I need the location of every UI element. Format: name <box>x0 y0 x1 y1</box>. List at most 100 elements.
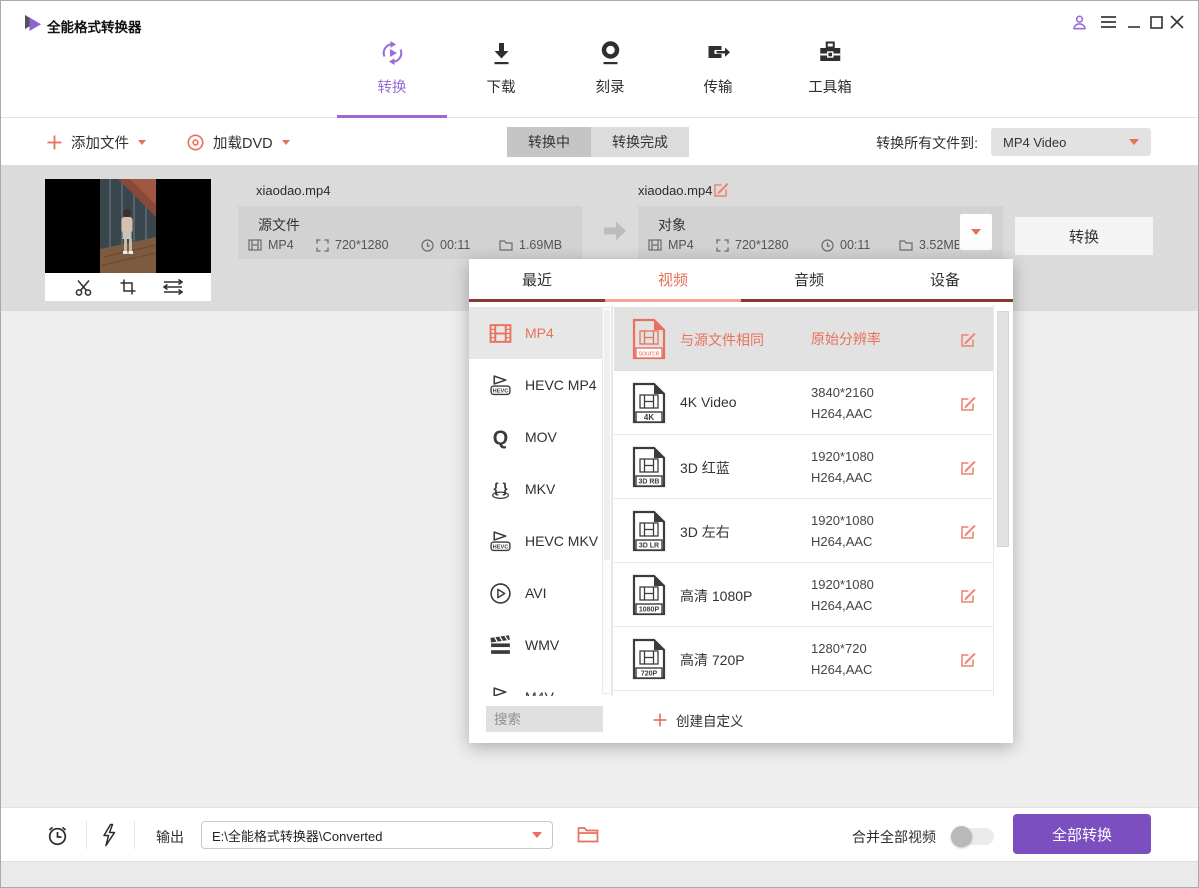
format-item-hevc-mp4[interactable]: HEVC HEVC MP4 <box>469 359 612 411</box>
panel-tab-recent[interactable]: 最近 <box>469 259 605 299</box>
maximize-icon[interactable] <box>1146 12 1166 32</box>
header: 全能格式转换器 <box>1 1 1198 118</box>
edit-preset-icon[interactable] <box>960 587 977 604</box>
convert-icon <box>378 39 406 67</box>
svg-text:Q: Q <box>492 427 507 449</box>
schedule-clock-icon[interactable] <box>46 824 69 847</box>
convert-all-button[interactable]: 全部转换 <box>1013 814 1151 854</box>
menu-icon[interactable] <box>1098 12 1118 32</box>
preset-row-3d-rb[interactable]: 3D RB 3D 红蓝 1920*1080H264,AAC <box>614 435 993 499</box>
chevron-down-icon <box>532 832 542 838</box>
edit-preset-icon[interactable] <box>960 523 977 540</box>
nav-tab-download[interactable]: 下载 <box>487 39 516 97</box>
close-icon[interactable] <box>1167 12 1187 32</box>
format-item-hevc-mkv[interactable]: HEVC HEVC MKV <box>469 515 612 567</box>
preset-resolution: 1920*1080 <box>811 577 874 592</box>
format-item-m4v[interactable]: M4V <box>469 671 612 696</box>
output-format-value: MP4 Video <box>1003 135 1066 150</box>
download-icon <box>488 39 514 67</box>
trim-scissors-icon[interactable] <box>74 278 93 297</box>
mp4-filmstrip-icon <box>487 322 513 345</box>
crop-icon[interactable] <box>119 278 137 296</box>
convert-single-button[interactable]: 转换 <box>1015 217 1153 255</box>
toolbar: 添加文件 加载DVD 转换中 转换完成 转换所有文件到: MP4 Video <box>1 119 1198 165</box>
dvd-icon <box>187 134 204 151</box>
tab-finished[interactable]: 转换完成 <box>591 127 689 157</box>
tab-converting[interactable]: 转换中 <box>507 127 591 157</box>
output-format-select[interactable]: MP4 Video <box>991 128 1151 156</box>
svg-text:3D LR: 3D LR <box>639 543 659 550</box>
format-panel-tabs: 最近 视频 音频 设备 <box>469 259 1013 302</box>
effects-sliders-icon[interactable] <box>163 278 183 296</box>
preset-list-scrollbar[interactable] <box>993 305 1013 696</box>
edit-preset-icon[interactable] <box>960 651 977 668</box>
transfer-icon <box>704 39 732 67</box>
preset-3d-rb-icon: 3D RB <box>632 446 666 488</box>
nav-tab-convert[interactable]: 转换 <box>378 39 407 97</box>
source-info-box: 源文件 MP4 720*1280 00:11 1.69MB <box>238 206 582 259</box>
preset-row-3d-lr[interactable]: 3D LR 3D 左右 1920*1080H264,AAC <box>614 499 993 563</box>
minimize-icon[interactable] <box>1124 12 1144 32</box>
scrollbar-thumb[interactable] <box>604 310 610 560</box>
active-tab-underline <box>337 115 447 118</box>
folder-icon <box>899 239 913 251</box>
burn-disc-icon <box>597 39 623 67</box>
footer-bar: 输出 E:\全能格式转换器\Converted 合并全部视频 全部转换 <box>1 807 1198 861</box>
format-item-wmv[interactable]: WMV <box>469 619 612 671</box>
add-file-button[interactable]: 添加文件 <box>47 119 146 165</box>
user-account-icon[interactable] <box>1069 12 1089 32</box>
nav-tab-toolbox[interactable]: 工具箱 <box>808 39 852 97</box>
scrollbar-thumb[interactable] <box>997 311 1009 547</box>
rename-edit-icon[interactable] <box>713 181 730 198</box>
hevc-icon: HEVC <box>487 374 513 397</box>
edit-preset-icon[interactable] <box>960 331 977 348</box>
video-thumbnail <box>45 179 211 301</box>
target-format-dropdown-button[interactable] <box>959 213 993 251</box>
format-item-mkv[interactable]: { } MKV <box>469 463 612 515</box>
app-logo-icon <box>24 14 42 32</box>
svg-text:source: source <box>638 351 659 358</box>
nav-tab-burn[interactable]: 刻录 <box>596 39 625 97</box>
panel-tab-audio[interactable]: 音频 <box>741 259 877 299</box>
nav-label-convert: 转换 <box>378 76 407 97</box>
preset-3d-lr-icon: 3D LR <box>632 510 666 552</box>
preset-list: source 与源文件相同 原始分辨率 <box>614 305 993 696</box>
create-custom-button[interactable]: 创建自定义 <box>653 710 744 730</box>
high-speed-lightning-icon[interactable] <box>100 823 118 847</box>
chevron-down-icon <box>138 140 146 145</box>
panel-tab-device[interactable]: 设备 <box>877 259 1013 299</box>
queue-tabs: 转换中 转换完成 <box>507 127 689 157</box>
format-item-mov[interactable]: Q MOV <box>469 411 612 463</box>
load-dvd-button[interactable]: 加载DVD <box>187 119 290 165</box>
preset-resolution: 原始分辨率 <box>811 331 881 347</box>
source-box-title: 源文件 <box>258 215 300 235</box>
target-size: 3.52MB <box>899 238 962 252</box>
output-path-select[interactable]: E:\全能格式转换器\Converted <box>201 821 553 849</box>
edit-preset-icon[interactable] <box>960 459 977 476</box>
edit-preset-icon[interactable] <box>960 395 977 412</box>
format-item-mp4[interactable]: MP4 <box>469 307 612 359</box>
preset-resolution: 1920*1080 <box>811 513 874 528</box>
source-duration: 00:11 <box>421 238 499 252</box>
chevron-down-icon <box>971 229 981 235</box>
target-info-box: 对象 MP4 720*1280 00:11 3.52MB <box>638 206 1003 259</box>
nav-tab-transfer[interactable]: 传输 <box>704 39 733 97</box>
format-list-scrollbar[interactable] <box>602 307 612 694</box>
panel-tab-video[interactable]: 视频 <box>605 259 741 299</box>
resize-icon <box>316 239 329 252</box>
search-input[interactable] <box>486 706 603 732</box>
panel-bottom-bar: 创建自定义 <box>469 696 1013 743</box>
preset-row-4k[interactable]: 4K 4K Video 3840*2160H264,AAC <box>614 371 993 435</box>
open-folder-icon[interactable] <box>577 825 599 844</box>
preset-row-720p[interactable]: 720P 高清 720P 1280*720H264,AAC <box>614 627 993 691</box>
play-circle-icon <box>487 582 513 605</box>
preset-1080p-icon: 1080P <box>632 574 666 616</box>
preset-row-1080p[interactable]: 1080P 高清 1080P 1920*1080H264,AAC <box>614 563 993 627</box>
chevron-down-icon <box>282 140 290 145</box>
format-item-avi[interactable]: AVI <box>469 567 612 619</box>
merge-videos-toggle[interactable] <box>952 828 994 845</box>
clapperboard-icon <box>487 634 513 657</box>
source-size: 1.69MB <box>499 238 562 252</box>
preset-4k-icon: 4K <box>632 382 666 424</box>
preset-row-source[interactable]: source 与源文件相同 原始分辨率 <box>614 307 993 371</box>
